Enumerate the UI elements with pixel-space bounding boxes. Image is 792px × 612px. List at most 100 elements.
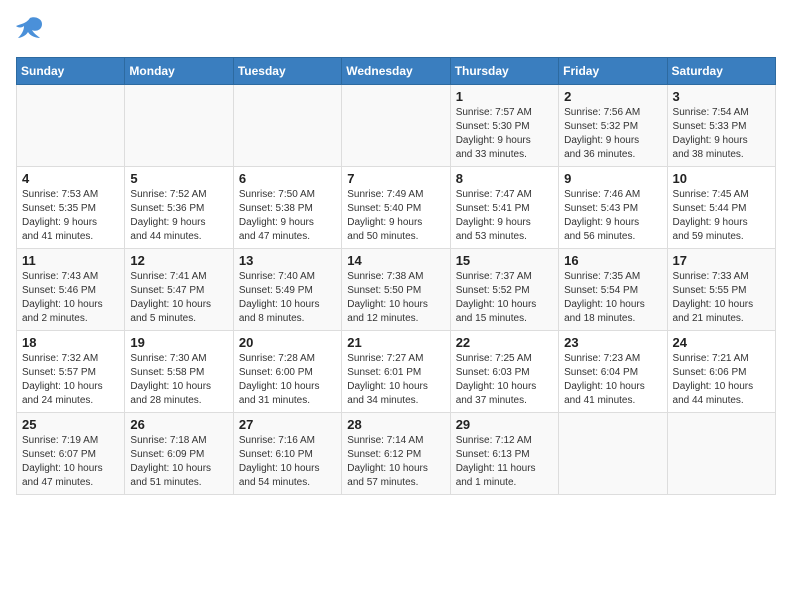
calendar-cell: 17Sunrise: 7:33 AMSunset: 5:55 PMDayligh… — [667, 249, 775, 331]
calendar-cell: 8Sunrise: 7:47 AMSunset: 5:41 PMDaylight… — [450, 167, 558, 249]
calendar-cell: 20Sunrise: 7:28 AMSunset: 6:00 PMDayligh… — [233, 331, 341, 413]
cell-content: Sunset: 5:55 PM — [673, 284, 770, 298]
logo — [16, 16, 48, 45]
cell-content: and 33 minutes. — [456, 148, 553, 162]
cell-content: Sunset: 5:57 PM — [22, 366, 119, 380]
cell-content: and 47 minutes. — [239, 230, 336, 244]
column-header-tuesday: Tuesday — [233, 58, 341, 85]
day-number: 1 — [456, 89, 553, 104]
day-number: 11 — [22, 253, 119, 268]
cell-content: and 56 minutes. — [564, 230, 661, 244]
cell-content: and 53 minutes. — [456, 230, 553, 244]
cell-content: Sunrise: 7:57 AM — [456, 106, 553, 120]
cell-content: Sunset: 5:33 PM — [673, 120, 770, 134]
cell-content: Sunrise: 7:53 AM — [22, 188, 119, 202]
calendar-cell: 12Sunrise: 7:41 AMSunset: 5:47 PMDayligh… — [125, 249, 233, 331]
cell-content: Sunset: 6:06 PM — [673, 366, 770, 380]
day-number: 9 — [564, 171, 661, 186]
calendar-cell — [233, 85, 341, 167]
cell-content: Daylight: 10 hours — [130, 462, 227, 476]
cell-content: Sunset: 6:04 PM — [564, 366, 661, 380]
header — [16, 16, 776, 45]
calendar-cell: 15Sunrise: 7:37 AMSunset: 5:52 PMDayligh… — [450, 249, 558, 331]
cell-content: Sunset: 6:07 PM — [22, 448, 119, 462]
cell-content: Sunrise: 7:35 AM — [564, 270, 661, 284]
cell-content: Daylight: 10 hours — [564, 380, 661, 394]
cell-content: Sunset: 6:00 PM — [239, 366, 336, 380]
day-number: 22 — [456, 335, 553, 350]
cell-content: Sunset: 6:01 PM — [347, 366, 444, 380]
cell-content: Sunrise: 7:46 AM — [564, 188, 661, 202]
cell-content: Sunset: 5:38 PM — [239, 202, 336, 216]
calendar-cell: 19Sunrise: 7:30 AMSunset: 5:58 PMDayligh… — [125, 331, 233, 413]
cell-content: Sunset: 5:30 PM — [456, 120, 553, 134]
cell-content: Sunset: 5:40 PM — [347, 202, 444, 216]
day-number: 27 — [239, 417, 336, 432]
cell-content: and 24 minutes. — [22, 394, 119, 408]
cell-content: Sunset: 5:32 PM — [564, 120, 661, 134]
cell-content: Daylight: 10 hours — [239, 462, 336, 476]
cell-content: Sunset: 5:49 PM — [239, 284, 336, 298]
day-number: 10 — [673, 171, 770, 186]
cell-content: and 5 minutes. — [130, 312, 227, 326]
day-number: 17 — [673, 253, 770, 268]
cell-content: Daylight: 10 hours — [347, 380, 444, 394]
cell-content: Sunrise: 7:30 AM — [130, 352, 227, 366]
calendar-table: SundayMondayTuesdayWednesdayThursdayFrid… — [16, 57, 776, 495]
cell-content: and 8 minutes. — [239, 312, 336, 326]
cell-content: Sunrise: 7:56 AM — [564, 106, 661, 120]
cell-content: and 12 minutes. — [347, 312, 444, 326]
calendar-cell — [125, 85, 233, 167]
calendar-cell — [17, 85, 125, 167]
day-number: 6 — [239, 171, 336, 186]
week-row-5: 25Sunrise: 7:19 AMSunset: 6:07 PMDayligh… — [17, 413, 776, 495]
cell-content: Sunset: 5:54 PM — [564, 284, 661, 298]
day-number: 23 — [564, 335, 661, 350]
cell-content: Sunrise: 7:43 AM — [22, 270, 119, 284]
day-number: 26 — [130, 417, 227, 432]
day-number: 4 — [22, 171, 119, 186]
calendar-cell: 27Sunrise: 7:16 AMSunset: 6:10 PMDayligh… — [233, 413, 341, 495]
cell-content: Sunrise: 7:32 AM — [22, 352, 119, 366]
week-row-2: 4 Sunrise: 7:53 AMSunset: 5:35 PM Daylight… — [17, 167, 776, 249]
column-header-wednesday: Wednesday — [342, 58, 450, 85]
column-header-thursday: Thursday — [450, 58, 558, 85]
cell-content: Sunrise: 7:21 AM — [673, 352, 770, 366]
cell-content: Sunset: 5:41 PM — [456, 202, 553, 216]
calendar-cell: 5Sunrise: 7:52 AMSunset: 5:36 PMDaylight… — [125, 167, 233, 249]
cell-content: Sunset: 6:09 PM — [130, 448, 227, 462]
day-number: 14 — [347, 253, 444, 268]
cell-content: Daylight: 9 hours — [130, 216, 227, 230]
calendar-cell: 10Sunrise: 7:45 AMSunset: 5:44 PMDayligh… — [667, 167, 775, 249]
column-header-sunday: Sunday — [17, 58, 125, 85]
cell-content: and 36 minutes. — [564, 148, 661, 162]
cell-content: Sunrise: 7:14 AM — [347, 434, 444, 448]
cell-content: Sunrise: 7:18 AM — [130, 434, 227, 448]
cell-content: Daylight: 9 hours — [564, 134, 661, 148]
cell-content: Sunset: 5:35 PM — [22, 202, 119, 216]
calendar-cell: 4Sunrise: 7:53 AMSunset: 5:35 PMDaylight… — [17, 167, 125, 249]
day-number: 29 — [456, 417, 553, 432]
calendar-cell: 13Sunrise: 7:40 AMSunset: 5:49 PMDayligh… — [233, 249, 341, 331]
calendar-cell — [559, 413, 667, 495]
cell-content: Sunrise: 7:45 AM — [673, 188, 770, 202]
cell-content: Sunrise: 7:37 AM — [456, 270, 553, 284]
calendar-cell: 23Sunrise: 7:23 AMSunset: 6:04 PMDayligh… — [559, 331, 667, 413]
cell-content: Sunrise: 7:47 AM — [456, 188, 553, 202]
cell-content: Sunset: 5:36 PM — [130, 202, 227, 216]
calendar-cell: 18Sunrise: 7:32 AMSunset: 5:57 PMDayligh… — [17, 331, 125, 413]
cell-content: Daylight: 10 hours — [347, 462, 444, 476]
calendar-cell — [342, 85, 450, 167]
cell-content: Sunrise: 7:28 AM — [239, 352, 336, 366]
cell-content: Sunrise: 7:12 AM — [456, 434, 553, 448]
calendar-cell: 22Sunrise: 7:25 AMSunset: 6:03 PMDayligh… — [450, 331, 558, 413]
day-number: 24 — [673, 335, 770, 350]
day-number: 3 — [673, 89, 770, 104]
cell-content: Daylight: 10 hours — [347, 298, 444, 312]
cell-content: and 54 minutes. — [239, 476, 336, 490]
cell-content: Sunset: 6:03 PM — [456, 366, 553, 380]
cell-content: Sunrise: 7:40 AM — [239, 270, 336, 284]
week-row-4: 18Sunrise: 7:32 AMSunset: 5:57 PMDayligh… — [17, 331, 776, 413]
cell-content: Daylight: 10 hours — [22, 380, 119, 394]
cell-content: Sunrise: 7:38 AM — [347, 270, 444, 284]
